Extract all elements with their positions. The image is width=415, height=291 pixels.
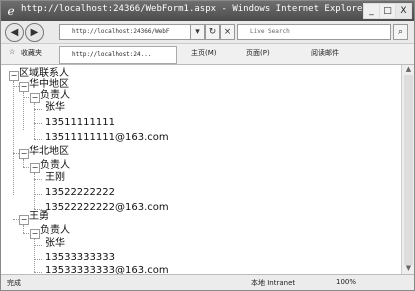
tree-toggle-region[interactable]: − — [19, 149, 29, 159]
zone-text: 本地 Intranet — [251, 279, 296, 287]
address-toolbar: ◀ ▶ http://localhost:24366/WebF ▾ ↻ × Li… — [1, 21, 414, 44]
address-dropdown-button[interactable]: ▾ — [190, 24, 205, 40]
tree-line — [34, 139, 42, 140]
tree-line — [34, 239, 35, 272]
tree-group-label[interactable]: 负责人 — [40, 90, 70, 102]
favorites-bar: ☆ 收藏夹 http://localhost:24... 主页(M) 页面(P)… — [1, 44, 414, 65]
tree-line — [34, 179, 42, 180]
minimize-button[interactable]: _ — [363, 3, 380, 19]
search-icon: ⌕ — [397, 27, 404, 37]
close-button[interactable]: X — [395, 3, 412, 19]
back-button[interactable]: ◀ — [5, 23, 24, 42]
tree-line — [34, 245, 42, 246]
stop-icon: × — [223, 27, 232, 37]
tree-person-label[interactable]: 王刚 — [45, 172, 65, 184]
status-bar: 完成 本地 Intranet 100% — [1, 274, 414, 290]
status-text: 完成 — [7, 279, 21, 287]
tree-line — [34, 272, 42, 273]
tree-line — [34, 259, 42, 260]
browser-tab[interactable]: http://localhost:24... — [59, 46, 177, 64]
tree-group-label[interactable]: 负责人 — [40, 160, 70, 172]
tree-email-label[interactable]: 13511111111@163.com — [45, 132, 169, 144]
tree-phone-label[interactable]: 13522222222 — [45, 187, 115, 199]
refresh-icon: ↻ — [208, 27, 217, 37]
tree-email-label[interactable]: 13522222222@163.com — [45, 202, 169, 214]
vertical-scrollbar[interactable]: ▲ ▼ — [401, 65, 414, 274]
home-button[interactable]: 主页(M) — [191, 48, 217, 58]
tree-group-label[interactable]: 负责人 — [40, 225, 70, 237]
tree-region-label[interactable]: 华北地区 — [29, 146, 69, 158]
scroll-up-icon[interactable]: ▲ — [403, 65, 414, 74]
search-input[interactable]: Live Search — [237, 24, 391, 40]
refresh-button[interactable]: ↻ — [205, 24, 220, 40]
page-content: − 区域联系人 − 华中地区 − 负责人 张华 13511111111 1351… — [1, 65, 401, 276]
tree-person-label[interactable]: 张华 — [45, 102, 65, 114]
tree-toggle-group[interactable]: − — [30, 163, 40, 173]
tree-toggle-group[interactable]: − — [30, 93, 40, 103]
tree-line — [23, 225, 24, 233]
tree-line — [13, 81, 14, 195]
address-input[interactable]: http://localhost:24366/WebF — [59, 24, 197, 40]
chevron-down-icon: ▾ — [195, 27, 200, 37]
search-button[interactable]: ⌕ — [393, 24, 408, 40]
tree-phone-label[interactable]: 13511111111 — [45, 117, 115, 129]
stop-button[interactable]: × — [220, 24, 235, 40]
forward-arrow-icon: ▶ — [30, 27, 39, 38]
tree-toggle-group[interactable]: − — [30, 229, 40, 239]
favorites-star-icon[interactable]: ☆ — [9, 48, 15, 56]
tree-line — [34, 109, 42, 110]
tree-toggle-region[interactable]: − — [19, 82, 29, 92]
favorites-label[interactable]: 收藏夹 — [21, 48, 42, 58]
title-bar: ℯ http://localhost:24366/WebForm1.aspx -… — [1, 1, 414, 21]
ie-logo-icon: ℯ — [7, 4, 15, 18]
mail-button[interactable]: 阅读邮件 — [311, 48, 339, 58]
tree-view: − 区域联系人 − 华中地区 − 负责人 张华 13511111111 1351… — [1, 65, 401, 276]
tree-phone-label[interactable]: 13533333333 — [45, 252, 115, 264]
zoom-label[interactable]: 100% — [336, 278, 356, 286]
window-title: http://localhost:24366/WebForm1.aspx - W… — [21, 4, 368, 14]
forward-button[interactable]: ▶ — [25, 23, 44, 42]
maximize-button[interactable]: □ — [379, 3, 396, 19]
tree-line — [34, 194, 42, 195]
tree-person-label[interactable]: 张华 — [45, 238, 65, 250]
scrollbar-thumb[interactable] — [404, 75, 413, 265]
tree-line — [34, 123, 42, 124]
browser-window: ℯ http://localhost:24366/WebForm1.aspx -… — [0, 0, 415, 291]
tree-toggle-region[interactable]: − — [19, 215, 29, 225]
scroll-down-icon[interactable]: ▼ — [403, 264, 414, 273]
page-menu[interactable]: 页面(P) — [246, 48, 270, 58]
back-arrow-icon: ◀ — [10, 27, 19, 38]
tree-line — [23, 159, 24, 167]
tree-toggle-root[interactable]: − — [9, 71, 19, 81]
tree-region-label[interactable]: 王勇 — [29, 211, 49, 223]
tree-line — [34, 209, 42, 210]
